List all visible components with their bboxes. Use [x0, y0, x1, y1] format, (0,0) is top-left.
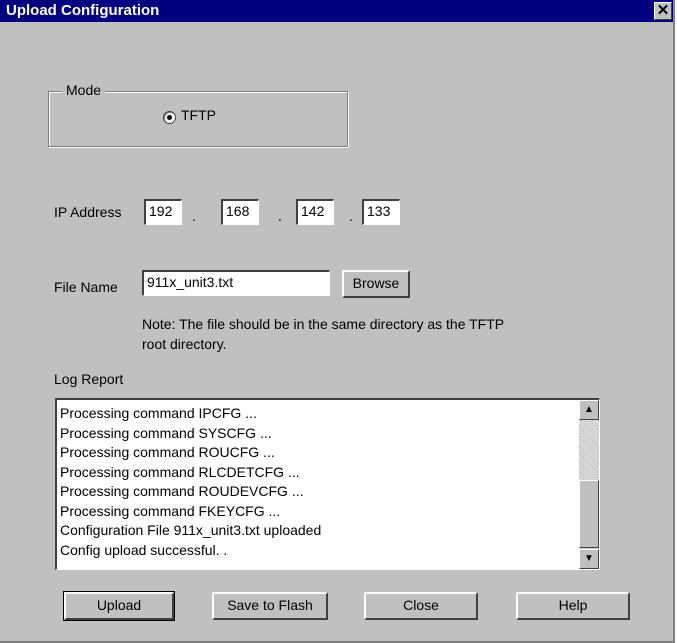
- log-line: Processing command ROUCFG ...: [60, 444, 275, 460]
- log-line: Processing command ROUDEVCFG ...: [60, 483, 304, 499]
- log-scrollbar[interactable]: ▲ ▼: [579, 400, 599, 569]
- log-line: Processing command SYSCFG ...: [60, 424, 272, 441]
- close-button[interactable]: Close: [364, 592, 478, 620]
- mode-legend: Mode: [62, 82, 106, 98]
- note-line-1: Note: The file should be in the same dir…: [142, 316, 505, 332]
- close-icon[interactable]: ✕: [654, 2, 672, 20]
- help-button[interactable]: Help: [516, 592, 630, 620]
- tftp-radio-label[interactable]: TFTP: [181, 107, 216, 123]
- log-line: Processing command IPCFG ...: [60, 405, 257, 421]
- ip-octet-4-input[interactable]: 133: [362, 199, 400, 225]
- log-line: Processing command RLCDETCFG ...: [60, 463, 300, 480]
- ip-octet-2-input[interactable]: 168: [221, 199, 259, 225]
- ip-address-label: IP Address: [54, 204, 122, 220]
- file-name-label: File Name: [54, 279, 118, 295]
- log-lines: Processing command IPCFG ... Processing …: [60, 404, 575, 560]
- log-report-label: Log Report: [54, 371, 124, 387]
- upload-button[interactable]: Upload: [63, 591, 175, 621]
- save-to-flash-button[interactable]: Save to Flash: [212, 592, 328, 620]
- scroll-up-icon[interactable]: ▲: [579, 400, 599, 420]
- browse-button[interactable]: Browse: [342, 270, 410, 298]
- upload-configuration-dialog: Upload Configuration ✕ Mode TFTP IP Addr…: [0, 0, 675, 643]
- log-line: Config upload successful. .: [60, 541, 228, 558]
- log-report-box[interactable]: Processing command IPCFG ... Processing …: [55, 398, 600, 570]
- ip-octet-3-input[interactable]: 142: [296, 199, 334, 225]
- log-line: Configuration File 911x_unit3.txt upload…: [60, 522, 322, 538]
- title-bar[interactable]: Upload Configuration ✕: [0, 0, 673, 22]
- ip-octet-1-input[interactable]: 192: [144, 199, 182, 225]
- dialog-title: Upload Configuration: [6, 2, 160, 19]
- log-line: Processing command FKEYCFG ...: [60, 502, 281, 519]
- note-line-2: root directory.: [142, 336, 227, 352]
- scroll-down-icon[interactable]: ▼: [579, 549, 599, 569]
- scroll-thumb[interactable]: [579, 480, 599, 548]
- ip-separator-3: .: [349, 208, 353, 224]
- ip-separator-2: .: [278, 208, 282, 224]
- ip-separator-1: .: [192, 208, 196, 224]
- tftp-radio[interactable]: [163, 111, 176, 124]
- file-name-input[interactable]: 911x_unit3.txt: [142, 270, 330, 296]
